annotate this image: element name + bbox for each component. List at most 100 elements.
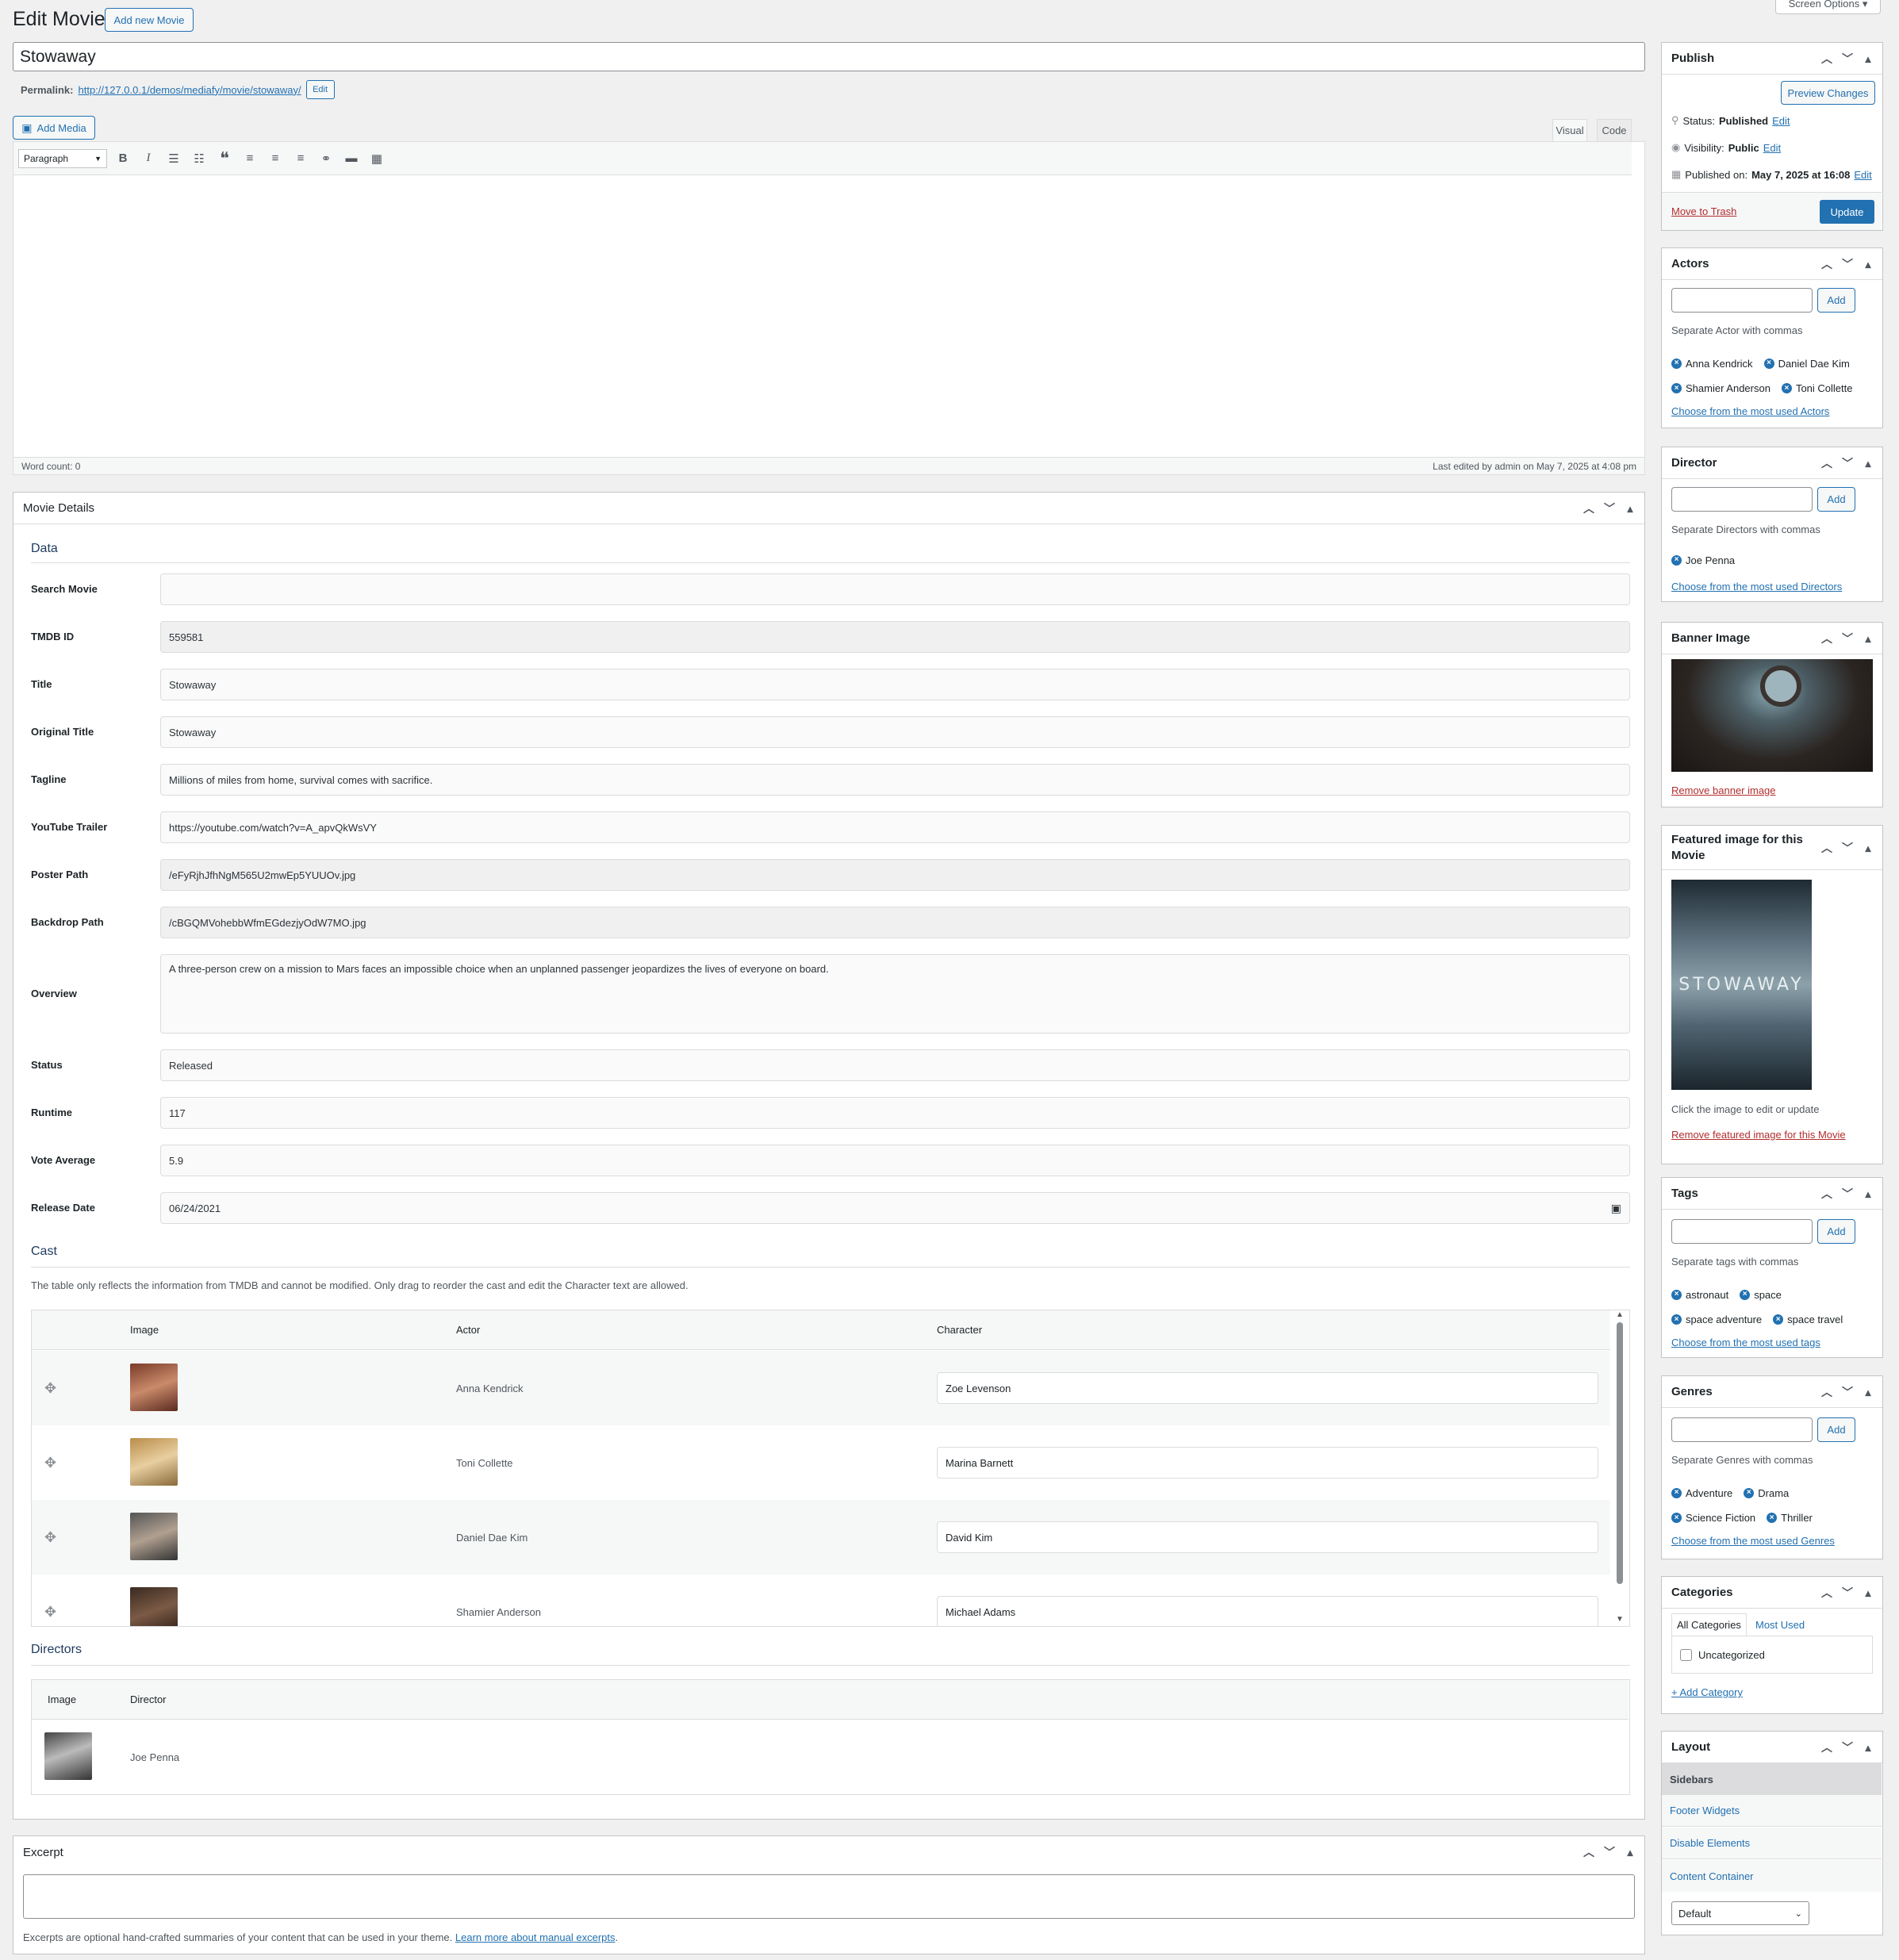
layout-tab-sidebars[interactable]: Sidebars xyxy=(1662,1763,1882,1795)
add-category-link[interactable]: + Add Category xyxy=(1671,1686,1743,1698)
editor-content-area[interactable] xyxy=(13,176,1646,458)
bullet-list-icon[interactable]: ☰ xyxy=(164,152,183,166)
director-input[interactable] xyxy=(1671,487,1813,512)
remove-tag-icon[interactable]: × xyxy=(1744,1487,1755,1498)
collapse-icon[interactable]: ▴ xyxy=(1862,632,1874,646)
move-to-trash-link[interactable]: Move to Trash xyxy=(1671,205,1736,217)
remove-tag-icon[interactable]: × xyxy=(1671,554,1682,566)
visibility-edit-link[interactable]: Edit xyxy=(1763,142,1781,154)
tab-most-used[interactable]: Most Used xyxy=(1751,1613,1809,1636)
genres-add-button[interactable]: Add xyxy=(1817,1417,1855,1442)
field-input-status[interactable]: Released xyxy=(160,1049,1630,1081)
collapse-icon[interactable]: ▴ xyxy=(1862,52,1874,66)
move-up-icon[interactable]: ︿ xyxy=(1820,51,1833,67)
collapse-icon[interactable]: ▴ xyxy=(1862,258,1874,271)
remove-tag-icon[interactable]: × xyxy=(1671,1487,1682,1498)
collapse-icon[interactable]: ▴ xyxy=(1624,1846,1636,1859)
collapse-icon[interactable]: ▴ xyxy=(1862,457,1874,470)
calendar-icon[interactable]: ▣ xyxy=(1611,1202,1621,1215)
collapse-icon[interactable]: ▴ xyxy=(1862,1187,1874,1201)
banner-image[interactable] xyxy=(1671,659,1873,772)
layout-select[interactable]: Default ⌄ xyxy=(1671,1901,1809,1925)
align-right-icon[interactable]: ≡ xyxy=(291,152,310,165)
move-down-icon[interactable]: ﹀ xyxy=(1603,1844,1616,1860)
screen-options-button[interactable]: Screen Options ▾ xyxy=(1775,0,1881,14)
move-down-icon[interactable]: ﹀ xyxy=(1841,1585,1854,1601)
layout-tab-disable-elements[interactable]: Disable Elements xyxy=(1662,1828,1882,1859)
remove-tag-icon[interactable]: × xyxy=(1671,358,1682,369)
numbered-list-icon[interactable]: ☷ xyxy=(190,152,209,166)
actors-most-used-link[interactable]: Choose from the most used Actors xyxy=(1671,405,1829,417)
field-input-search-movie[interactable] xyxy=(160,573,1630,605)
move-up-icon[interactable]: ︿ xyxy=(1582,1844,1595,1860)
actors-add-button[interactable]: Add xyxy=(1817,288,1855,313)
move-up-icon[interactable]: ︿ xyxy=(1820,1585,1833,1601)
remove-tag-icon[interactable]: × xyxy=(1773,1314,1784,1325)
remove-tag-icon[interactable]: × xyxy=(1781,383,1792,393)
character-input[interactable]: David Kim xyxy=(937,1521,1598,1553)
drag-handle-icon[interactable]: ✥ xyxy=(44,1529,56,1546)
field-input-tagline[interactable]: Millions of miles from home, survival co… xyxy=(160,764,1630,796)
update-button[interactable]: Update xyxy=(1820,200,1874,224)
field-input-poster-path[interactable]: /eFyRjhJfhNgM565U2mwEp5YUUOv.jpg xyxy=(160,859,1630,891)
move-up-icon[interactable]: ︿ xyxy=(1820,256,1833,272)
field-input-tmdb-id[interactable]: 559581 xyxy=(160,621,1630,653)
character-input[interactable]: Michael Adams xyxy=(937,1596,1598,1626)
field-input-original-title[interactable]: Stowaway xyxy=(160,716,1630,748)
add-media-button[interactable]: ▣ Add Media xyxy=(13,116,95,140)
move-down-icon[interactable]: ﹀ xyxy=(1841,631,1854,646)
collapse-icon[interactable]: ▴ xyxy=(1862,840,1874,856)
italic-icon[interactable]: I xyxy=(139,152,158,165)
excerpt-textarea[interactable] xyxy=(23,1874,1635,1919)
move-down-icon[interactable]: ﹀ xyxy=(1841,1739,1854,1755)
field-input-release-date[interactable]: 06/24/2021 ▣ xyxy=(160,1192,1630,1224)
character-input[interactable]: Zoe Levenson xyxy=(937,1372,1598,1404)
tab-visual[interactable]: Visual xyxy=(1552,119,1587,141)
tags-input[interactable] xyxy=(1671,1219,1813,1244)
field-input-overview[interactable]: A three-person crew on a mission to Mars… xyxy=(160,954,1630,1034)
category-checkbox[interactable] xyxy=(1680,1648,1692,1661)
scroll-thumb[interactable] xyxy=(1617,1322,1623,1584)
drag-handle-icon[interactable]: ✥ xyxy=(44,1604,56,1621)
move-up-icon[interactable]: ︿ xyxy=(1820,840,1833,856)
toolbar-toggle-icon[interactable]: ▦ xyxy=(367,152,386,166)
collapse-icon[interactable]: ▴ xyxy=(1862,1386,1874,1399)
collapse-icon[interactable]: ▴ xyxy=(1624,502,1636,516)
status-edit-link[interactable]: Edit xyxy=(1772,115,1790,127)
drag-handle-icon[interactable]: ✥ xyxy=(44,1380,56,1397)
remove-tag-icon[interactable]: × xyxy=(1763,358,1774,369)
read-more-icon[interactable]: ▬ xyxy=(342,152,361,165)
permalink-link[interactable]: http://127.0.0.1/demos/mediafy/movie/sto… xyxy=(78,84,301,96)
drag-handle-icon[interactable]: ✥ xyxy=(44,1455,56,1471)
move-down-icon[interactable]: ﹀ xyxy=(1841,51,1854,67)
remove-featured-link[interactable]: Remove featured image for this Movie xyxy=(1671,1129,1846,1141)
post-title-input[interactable]: Stowaway xyxy=(13,42,1645,71)
permalink-edit-button[interactable]: Edit xyxy=(305,80,335,99)
remove-tag-icon[interactable]: × xyxy=(1671,1513,1682,1523)
bold-icon[interactable]: B xyxy=(113,152,132,165)
move-down-icon[interactable]: ﹀ xyxy=(1841,256,1854,272)
move-up-icon[interactable]: ︿ xyxy=(1820,1186,1833,1202)
field-input-runtime[interactable]: 117 xyxy=(160,1097,1630,1129)
cast-scrollbar[interactable]: ▲ ▼ xyxy=(1610,1310,1629,1626)
field-input-backdrop-path[interactable]: /cBGQMVohebbWfmEGdezjyOdW7MO.jpg xyxy=(160,907,1630,938)
move-up-icon[interactable]: ︿ xyxy=(1820,1384,1833,1400)
remove-tag-icon[interactable]: × xyxy=(1740,1289,1751,1300)
published-edit-link[interactable]: Edit xyxy=(1854,169,1871,181)
link-icon[interactable]: ⚭ xyxy=(316,152,336,166)
move-down-icon[interactable]: ﹀ xyxy=(1603,501,1616,516)
field-input-youtube-trailer[interactable]: https://youtube.com/watch?v=A_apvQkWsVY xyxy=(160,811,1630,843)
add-new-movie-button[interactable]: Add new Movie xyxy=(105,8,194,32)
field-input-title[interactable]: Stowaway xyxy=(160,669,1630,700)
scroll-down-icon[interactable]: ▼ xyxy=(1616,1615,1624,1624)
move-up-icon[interactable]: ︿ xyxy=(1820,455,1833,471)
featured-poster[interactable]: STOWAWAY xyxy=(1671,880,1812,1090)
field-input-vote-average[interactable]: 5.9 xyxy=(160,1145,1630,1176)
genres-most-used-link[interactable]: Choose from the most used Genres xyxy=(1671,1535,1835,1547)
remove-tag-icon[interactable]: × xyxy=(1767,1513,1778,1523)
format-select[interactable]: Paragraph ▼ xyxy=(18,148,107,168)
collapse-icon[interactable]: ▴ xyxy=(1862,1741,1874,1755)
remove-tag-icon[interactable]: × xyxy=(1671,1289,1682,1300)
move-up-icon[interactable]: ︿ xyxy=(1582,501,1595,516)
move-up-icon[interactable]: ︿ xyxy=(1820,1739,1833,1755)
